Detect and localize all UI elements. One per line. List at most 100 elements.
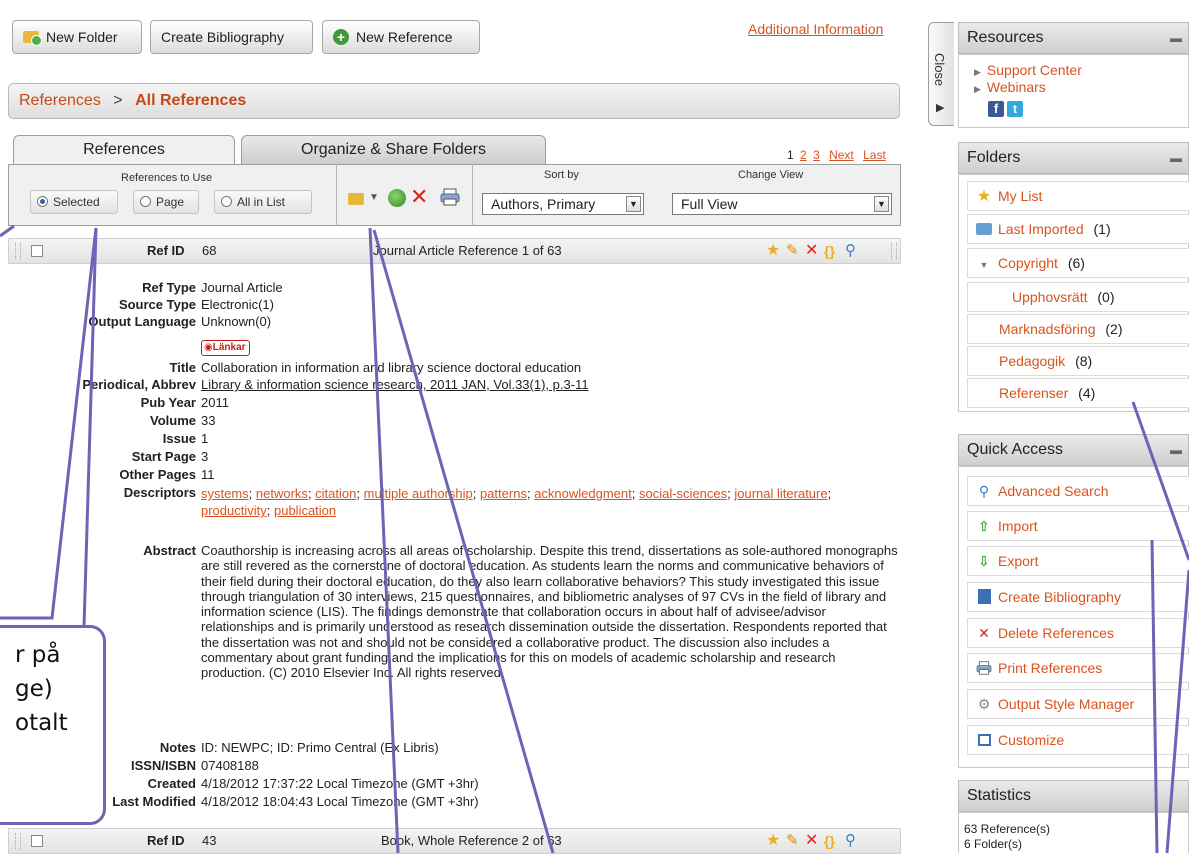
folder-my-list[interactable]: ★ My List — [967, 181, 1189, 211]
expand-icon[interactable]: ▼ — [976, 251, 992, 277]
star-icon[interactable]: ★ — [766, 829, 780, 853]
search-icon[interactable]: ⚲ — [845, 239, 856, 263]
new-reference-button[interactable]: + New Reference — [322, 20, 480, 54]
divider — [472, 164, 473, 226]
next-page-link[interactable]: Next — [829, 148, 854, 162]
descriptors-list: systems; networks; citation; multiple au… — [201, 486, 832, 518]
abstract-label: Abstract — [143, 543, 196, 558]
refid-label: Ref ID — [147, 243, 185, 258]
descriptor-link[interactable]: citation — [315, 486, 356, 501]
drag-handle[interactable] — [891, 243, 897, 259]
folder-pedagogik[interactable]: Pedagogik (8) — [967, 346, 1189, 376]
descriptor-link[interactable]: systems — [201, 486, 249, 501]
radio-all-in-list[interactable]: All in List — [214, 190, 312, 214]
globe-share-icon[interactable] — [388, 189, 406, 207]
folder-referenser[interactable]: Referenser (4) — [967, 378, 1189, 408]
page-1[interactable]: 1 — [787, 148, 794, 162]
descriptor-link[interactable]: patterns — [480, 486, 527, 501]
tab-references[interactable]: References — [13, 135, 235, 166]
print-icon — [976, 654, 992, 682]
start-page-value: 3 — [201, 449, 209, 464]
descriptor-link[interactable]: networks — [256, 486, 308, 501]
descriptor-link[interactable]: publication — [274, 503, 336, 518]
drag-handle[interactable] — [15, 833, 21, 849]
edit-icon[interactable]: ✎ — [786, 239, 799, 263]
reference-checkbox[interactable] — [31, 835, 43, 847]
source-type-label: Source Type — [118, 297, 196, 312]
folder-upphovsratt[interactable]: Upphovsrätt (0) — [967, 282, 1189, 312]
braces-icon[interactable]: {} — [824, 829, 835, 853]
print-icon[interactable] — [440, 188, 460, 206]
advanced-search-link[interactable]: ⚲ Advanced Search — [967, 476, 1189, 506]
stat-references: 63 Reference(s) — [964, 822, 1051, 836]
close-sidebar-tab[interactable]: Close ▶ — [928, 22, 954, 126]
webinars-link[interactable]: Webinars — [987, 79, 1046, 95]
breadcrumb-root[interactable]: References — [19, 92, 101, 109]
reference-checkbox[interactable] — [31, 245, 43, 257]
descriptor-link[interactable]: journal literature — [734, 486, 827, 501]
add-to-folder-icon[interactable] — [348, 193, 364, 205]
collapse-icon[interactable]: ▬ — [1170, 143, 1182, 173]
lankar-button[interactable]: ◉Länkar — [201, 340, 250, 356]
arrow-up-icon: ⇧ — [978, 518, 990, 534]
new-folder-button[interactable]: New Folder — [12, 20, 142, 54]
create-bibliography-button[interactable]: Create Bibliography — [150, 20, 313, 54]
descriptor-link[interactable]: productivity — [201, 503, 267, 518]
output-language-value: Unknown(0) — [201, 314, 272, 329]
delete-references-link[interactable]: ✕ Delete References — [967, 618, 1189, 648]
ref-type-label: Ref Type — [142, 280, 196, 295]
folder-marknadsforing[interactable]: Marknadsföring (2) — [967, 314, 1189, 344]
resource-item[interactable]: ▶ Support Center — [974, 62, 1082, 78]
quick-access-panel-header[interactable]: Quick Access ▬ — [958, 434, 1189, 466]
title-label: Title — [169, 360, 197, 375]
star-icon: ★ — [976, 188, 992, 205]
customize-link[interactable]: Customize — [967, 725, 1189, 755]
resources-panel-header[interactable]: Resources ▬ — [958, 22, 1189, 54]
delete-icon[interactable]: ✕ — [805, 829, 818, 853]
descriptor-link[interactable]: multiple authorship — [364, 486, 473, 501]
quick-access-title: Quick Access — [967, 441, 1064, 458]
twitter-icon[interactable]: t — [1007, 101, 1023, 117]
delete-icon[interactable]: ✕ — [805, 239, 818, 263]
resource-item[interactable]: ▶ Webinars — [974, 79, 1046, 95]
output-style-manager-link[interactable]: ⚙ Output Style Manager — [967, 689, 1189, 719]
folders-panel-header[interactable]: Folders ▬ — [958, 142, 1189, 174]
issn-value: 07408188 — [201, 758, 259, 773]
import-link[interactable]: ⇧ Import — [967, 511, 1189, 541]
statistics-panel-header[interactable]: Statistics — [958, 780, 1189, 812]
delete-icon[interactable]: ✕ — [410, 184, 428, 210]
sort-by-select[interactable]: Authors, Primary ▼ — [482, 193, 644, 215]
search-icon[interactable]: ⚲ — [845, 829, 856, 853]
export-link[interactable]: ⇩ Export — [967, 546, 1189, 576]
drag-handle[interactable] — [15, 243, 21, 259]
radio-selected[interactable]: Selected — [30, 190, 118, 214]
collapse-icon[interactable]: ▬ — [1170, 23, 1182, 53]
radio-page[interactable]: Page — [133, 190, 199, 214]
edit-icon[interactable]: ✎ — [786, 829, 799, 853]
change-view-select[interactable]: Full View ▼ — [672, 193, 892, 215]
print-references-link[interactable]: Print References — [967, 653, 1189, 683]
ref-type-value: Journal Article — [201, 280, 283, 295]
folder-icon — [976, 215, 992, 243]
support-center-link[interactable]: Support Center — [987, 62, 1082, 78]
folder-label: Referenser — [999, 385, 1069, 401]
chevron-down-icon[interactable]: ▼ — [369, 192, 379, 203]
star-icon[interactable]: ★ — [766, 239, 780, 263]
additional-information-link[interactable]: Additional Information — [748, 21, 883, 37]
collapse-icon[interactable]: ▬ — [1170, 435, 1182, 465]
page-3[interactable]: 3 — [813, 148, 820, 162]
descriptor-link[interactable]: social-sciences — [639, 486, 727, 501]
pointer-line — [372, 229, 555, 853]
tab-organize-share[interactable]: Organize & Share Folders — [241, 135, 546, 165]
other-pages-label: Other Pages — [119, 467, 196, 482]
create-bibliography-link[interactable]: Create Bibliography — [967, 582, 1189, 612]
braces-icon[interactable]: {} — [824, 239, 835, 263]
last-page-link[interactable]: Last — [863, 148, 886, 162]
page-2[interactable]: 2 — [800, 148, 807, 162]
folder-last-imported[interactable]: Last Imported (1) — [967, 214, 1189, 244]
descriptor-link[interactable]: acknowledgment — [534, 486, 632, 501]
periodical-link[interactable]: Library & information science research, … — [201, 377, 589, 392]
folder-copyright[interactable]: ▼ Copyright (6) — [967, 248, 1189, 278]
radio-selected-label: Selected — [53, 195, 100, 209]
facebook-icon[interactable]: f — [988, 101, 1004, 117]
